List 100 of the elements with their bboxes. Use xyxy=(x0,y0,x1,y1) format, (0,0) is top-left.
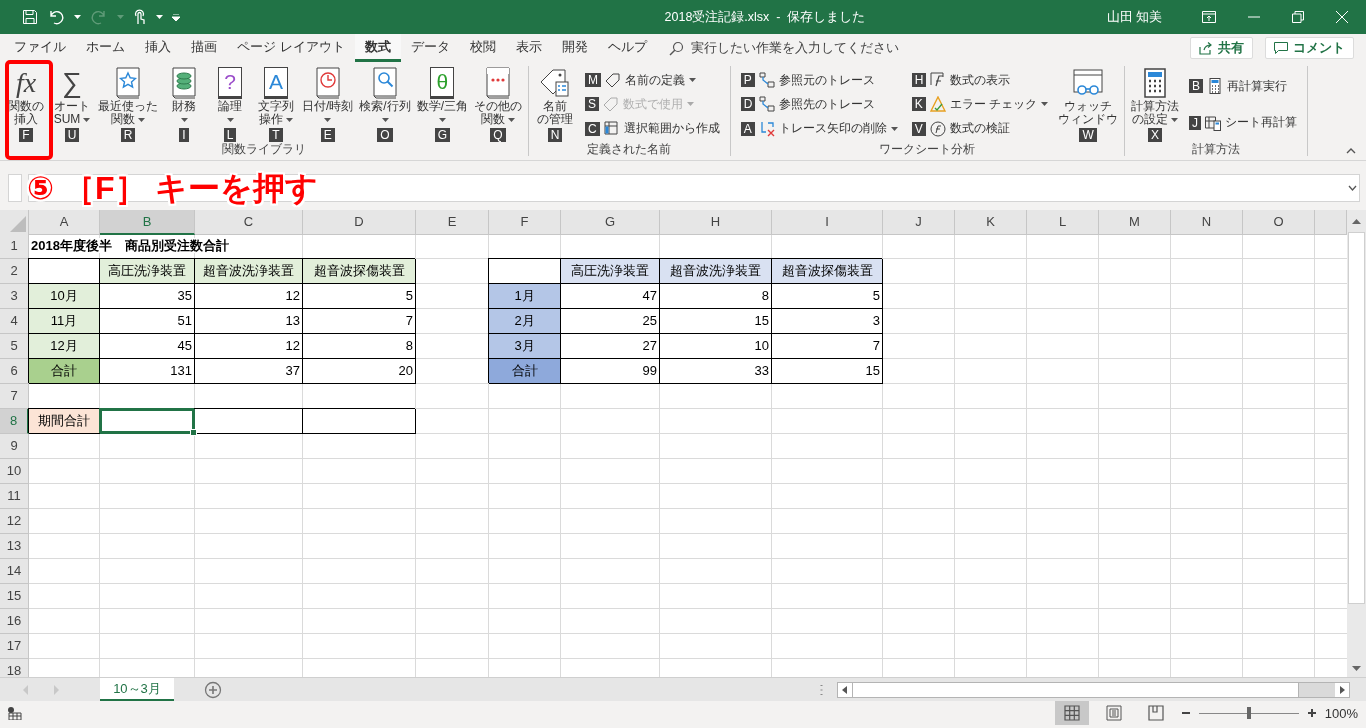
ribbon-button[interactable]: B 再計算実行 xyxy=(1187,76,1300,96)
table-cell[interactable]: 25 xyxy=(561,309,660,334)
table-cell[interactable]: 33 xyxy=(660,359,772,384)
scrollbar-thumb[interactable] xyxy=(852,682,1299,697)
row-header[interactable]: 2 xyxy=(0,259,29,284)
ribbon-button[interactable]: 計算方法 の設定 xyxy=(1129,66,1182,126)
column-header[interactable]: D xyxy=(303,210,416,235)
ribbon-button[interactable]: ∑ オート SUM xyxy=(50,66,94,126)
sheet-tab[interactable]: 10～3月 xyxy=(100,678,174,701)
table-cell[interactable]: 12 xyxy=(195,334,303,359)
table-cell[interactable]: 27 xyxy=(561,334,660,359)
column-header[interactable]: B xyxy=(100,210,195,235)
row-header[interactable]: 3 xyxy=(0,284,29,309)
row-header[interactable]: 7 xyxy=(0,384,29,409)
fill-handle[interactable] xyxy=(190,429,197,436)
table-cell[interactable]: 10 xyxy=(660,334,772,359)
ribbon-tab[interactable]: ページ レイアウト xyxy=(227,34,355,62)
ribbon-button[interactable]: θ 数学/三角 xyxy=(414,66,471,126)
column-header[interactable]: A xyxy=(29,210,100,235)
table-cell[interactable]: 3 xyxy=(772,309,883,334)
table-cell[interactable]: 高圧洗浄装置 xyxy=(561,259,660,284)
save-icon[interactable] xyxy=(22,9,38,25)
table-cell[interactable]: 合計 xyxy=(489,359,561,384)
table-cell[interactable]: 7 xyxy=(303,309,416,334)
row-header[interactable]: 10 xyxy=(0,459,29,484)
ribbon-button[interactable]: その他の 関数 xyxy=(472,66,525,126)
ribbon-tab[interactable]: ホーム xyxy=(76,34,135,62)
zoom-in-icon[interactable] xyxy=(1306,708,1317,718)
table-cell[interactable]: 超音波洗浄装置 xyxy=(660,259,772,284)
table-cell[interactable]: 期間合計 xyxy=(29,409,100,434)
selected-cell[interactable] xyxy=(100,409,195,434)
table-cell[interactable]: 12 xyxy=(195,284,303,309)
ribbon-button[interactable]: ? 論理 xyxy=(208,66,252,126)
expand-icon[interactable] xyxy=(1348,185,1357,191)
ribbon-button[interactable]: 日付/時刻 xyxy=(300,66,356,126)
ribbon-tab[interactable]: 数式 xyxy=(354,34,401,62)
table-cell[interactable]: 1月 xyxy=(489,284,561,309)
row-header[interactable]: 5 xyxy=(0,334,29,359)
table-cell[interactable]: 5 xyxy=(303,284,416,309)
caret-icon[interactable] xyxy=(74,15,81,19)
ribbon-button[interactable]: 名前 の管理 xyxy=(533,66,578,126)
scroll-left-icon[interactable] xyxy=(838,682,852,697)
undo-icon[interactable] xyxy=(47,9,65,25)
ribbon-button[interactable]: 検索/行列 xyxy=(357,66,413,126)
search-icon[interactable] xyxy=(668,40,684,56)
row-header[interactable]: 11 xyxy=(0,484,29,509)
table-cell[interactable]: 35 xyxy=(100,284,195,309)
ribbon-tab[interactable]: 描画 xyxy=(181,34,227,62)
column-header[interactable]: M xyxy=(1099,210,1171,235)
caret-icon[interactable] xyxy=(156,15,163,19)
ribbon-tab[interactable]: 開発 xyxy=(551,34,598,62)
ribbon-tab[interactable]: ファイル xyxy=(4,34,76,62)
macro-record-icon[interactable] xyxy=(8,706,22,720)
collapse-ribbon-icon[interactable] xyxy=(1346,148,1356,154)
table-cell[interactable]: 131 xyxy=(100,359,195,384)
ribbon-button[interactable]: P 参照元のトレース xyxy=(738,70,900,90)
ribbon-tab[interactable]: 挿入 xyxy=(135,34,181,62)
comment-button[interactable]: コメント xyxy=(1265,37,1354,59)
ribbon-tab[interactable]: データ xyxy=(400,34,460,62)
ribbon-button[interactable]: J シート再計算 xyxy=(1187,113,1300,133)
table-cell[interactable]: 高圧洗浄装置 xyxy=(100,259,195,284)
row-header[interactable]: 9 xyxy=(0,434,29,459)
table-cell[interactable]: 超音波洗浄装置 xyxy=(195,259,303,284)
row-header[interactable]: 14 xyxy=(0,559,29,584)
table-cell[interactable]: 45 xyxy=(100,334,195,359)
table-cell[interactable]: 8 xyxy=(660,284,772,309)
ribbon-button[interactable]: V 数式の検証 xyxy=(909,119,1051,139)
ribbon-button[interactable]: A トレース矢印の削除 xyxy=(738,119,900,139)
table-cell[interactable]: 37 xyxy=(195,359,303,384)
row-header[interactable]: 8 xyxy=(0,409,29,434)
close-icon[interactable] xyxy=(1336,11,1348,23)
scroll-right-icon[interactable] xyxy=(1335,682,1349,697)
table-cell[interactable]: 7 xyxy=(772,334,883,359)
ribbon-display-icon[interactable] xyxy=(1202,11,1216,23)
zoom-thumb[interactable] xyxy=(1246,707,1251,719)
ribbon-button[interactable]: 財務 xyxy=(162,66,206,126)
row-header[interactable]: 1 xyxy=(0,234,29,259)
column-header[interactable]: C xyxy=(195,210,303,235)
table-cell[interactable]: 99 xyxy=(561,359,660,384)
ribbon-button[interactable]: D 参照先のトレース xyxy=(738,95,900,114)
column-header[interactable]: H xyxy=(660,210,772,235)
table-cell[interactable]: 超音波探傷装置 xyxy=(772,259,883,284)
user-name[interactable]: 山田 知美 xyxy=(1106,8,1162,26)
table-cell[interactable] xyxy=(303,409,416,434)
column-header[interactable]: F xyxy=(489,210,561,235)
row-header[interactable]: 4 xyxy=(0,309,29,334)
column-header[interactable]: E xyxy=(416,210,489,235)
row-header[interactable]: 17 xyxy=(0,634,29,659)
normal-view-button[interactable] xyxy=(1054,701,1089,725)
column-header[interactable]: N xyxy=(1171,210,1243,235)
row-header[interactable]: 18 xyxy=(0,659,29,677)
zoom-level[interactable]: 100% xyxy=(1324,705,1358,721)
column-header[interactable]: G xyxy=(561,210,660,235)
ribbon-button[interactable]: M 名前の定義 xyxy=(583,70,722,90)
table-cell[interactable] xyxy=(195,409,303,434)
ribbon-button[interactable]: ウォッチ ウィンドウ xyxy=(1056,66,1121,126)
table-cell[interactable]: 51 xyxy=(100,309,195,334)
table-cell[interactable]: 20 xyxy=(303,359,416,384)
touch-icon[interactable] xyxy=(133,8,147,26)
column-header[interactable]: O xyxy=(1243,210,1315,235)
